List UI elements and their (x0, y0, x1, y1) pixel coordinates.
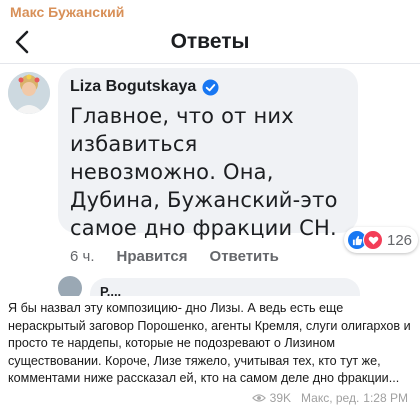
comment-text: Главное, что от них избавиться невозможн… (70, 104, 338, 240)
comment-time: 6 ч. (70, 248, 95, 265)
post-time: 1:28 PM (363, 391, 408, 405)
page-title: Ответы (170, 30, 250, 53)
post-text: Я бы назвал эту композицию- дно Лизы. А … (8, 301, 411, 385)
comment-bubble: Liza Bogutskaya Главное, что от них изба… (58, 68, 358, 240)
view-count: 39K (269, 391, 292, 405)
channel-post: Я бы назвал эту композицию- дно Лизы. А … (0, 296, 420, 410)
channel-name[interactable]: Макс Бужанский (10, 4, 124, 20)
reply-button[interactable]: Ответить (210, 248, 279, 265)
love-icon (363, 230, 383, 250)
facebook-replies-screenshot: Ответы Liza Bogutskaya Главное, что от н… (0, 22, 420, 296)
reply-avatar[interactable] (58, 276, 82, 296)
replies-header: Ответы (0, 22, 420, 64)
reply-author[interactable]: Р.... (100, 284, 121, 296)
comment-author[interactable]: Liza Bogutskaya (70, 78, 196, 96)
post-signature: Макс, ред. (301, 391, 360, 405)
post-meta: 39K Макс, ред. 1:28 PM (251, 391, 408, 405)
comment-actions: 6 ч. Нравится Ответить (70, 248, 279, 265)
eye-icon (251, 394, 266, 402)
reaction-count: 126 (387, 231, 413, 249)
reactions-summary[interactable]: 126 (344, 227, 419, 253)
verified-badge-icon (202, 78, 219, 96)
like-button[interactable]: Нравится (117, 248, 188, 265)
avatar[interactable] (8, 72, 50, 114)
reply-bubble (90, 278, 360, 296)
